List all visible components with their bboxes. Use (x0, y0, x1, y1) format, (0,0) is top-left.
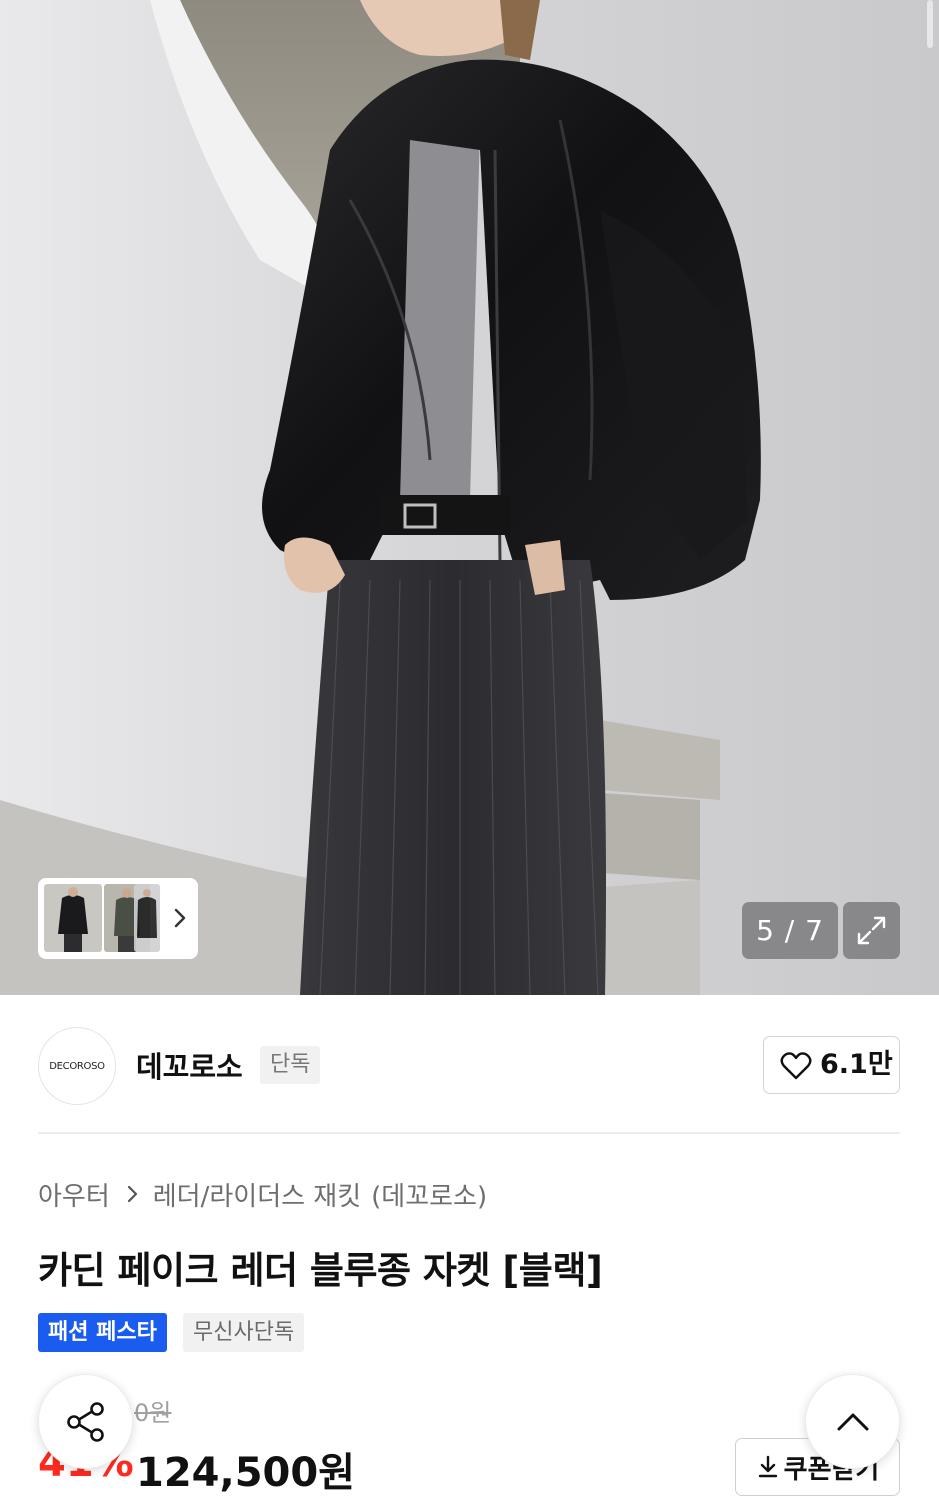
breadcrumb-category[interactable]: 아우터 (38, 1176, 110, 1213)
chevron-right-icon (120, 1182, 144, 1206)
like-count: 6.1만 (820, 1049, 893, 1080)
breadcrumb-subcategory[interactable]: 레더/라이더스 재킷 (153, 1176, 361, 1213)
heart-icon (780, 1052, 812, 1080)
brand-logo-text: DECOROSO (49, 1060, 105, 1072)
sale-price: 124,500원 (136, 1450, 355, 1496)
thumbnail-image[interactable] (134, 884, 160, 952)
chevron-right-icon[interactable] (168, 904, 192, 932)
product-title: 카딘 페이크 레더 블루종 자켓 [블랙] (38, 1249, 603, 1292)
download-icon (758, 1455, 777, 1478)
product-photo[interactable] (0, 0, 939, 995)
like-button[interactable]: 6.1만 (763, 1036, 900, 1094)
brand-name[interactable]: 데꼬로소 (136, 1044, 243, 1086)
breadcrumb: 아우터 레더/라이더스 재킷 (데꼬로소) (38, 1176, 487, 1212)
thumbnail-image[interactable] (44, 884, 102, 952)
share-button[interactable] (38, 1374, 133, 1469)
product-image-gallery[interactable]: 5 / 7 (0, 0, 939, 995)
thumbnail-strip[interactable] (38, 878, 198, 959)
divider (38, 1132, 900, 1134)
chevron-up-icon (837, 1413, 869, 1431)
scroll-top-button[interactable] (805, 1374, 900, 1469)
expand-icon (857, 916, 886, 945)
scrollbar[interactable] (927, 0, 933, 48)
breadcrumb-brand[interactable]: (데꼬로소) (371, 1176, 487, 1213)
image-counter: 5 / 7 (742, 902, 838, 959)
exclusive-badge: 단독 (260, 1046, 321, 1084)
brand-logo[interactable]: DECOROSO (38, 1027, 116, 1105)
tag-fashion-festa: 패션 페스타 (38, 1313, 167, 1352)
tag-musinsa-exclusive: 무신사단독 (183, 1313, 305, 1352)
share-icon (67, 1402, 104, 1442)
expand-button[interactable] (843, 902, 900, 959)
